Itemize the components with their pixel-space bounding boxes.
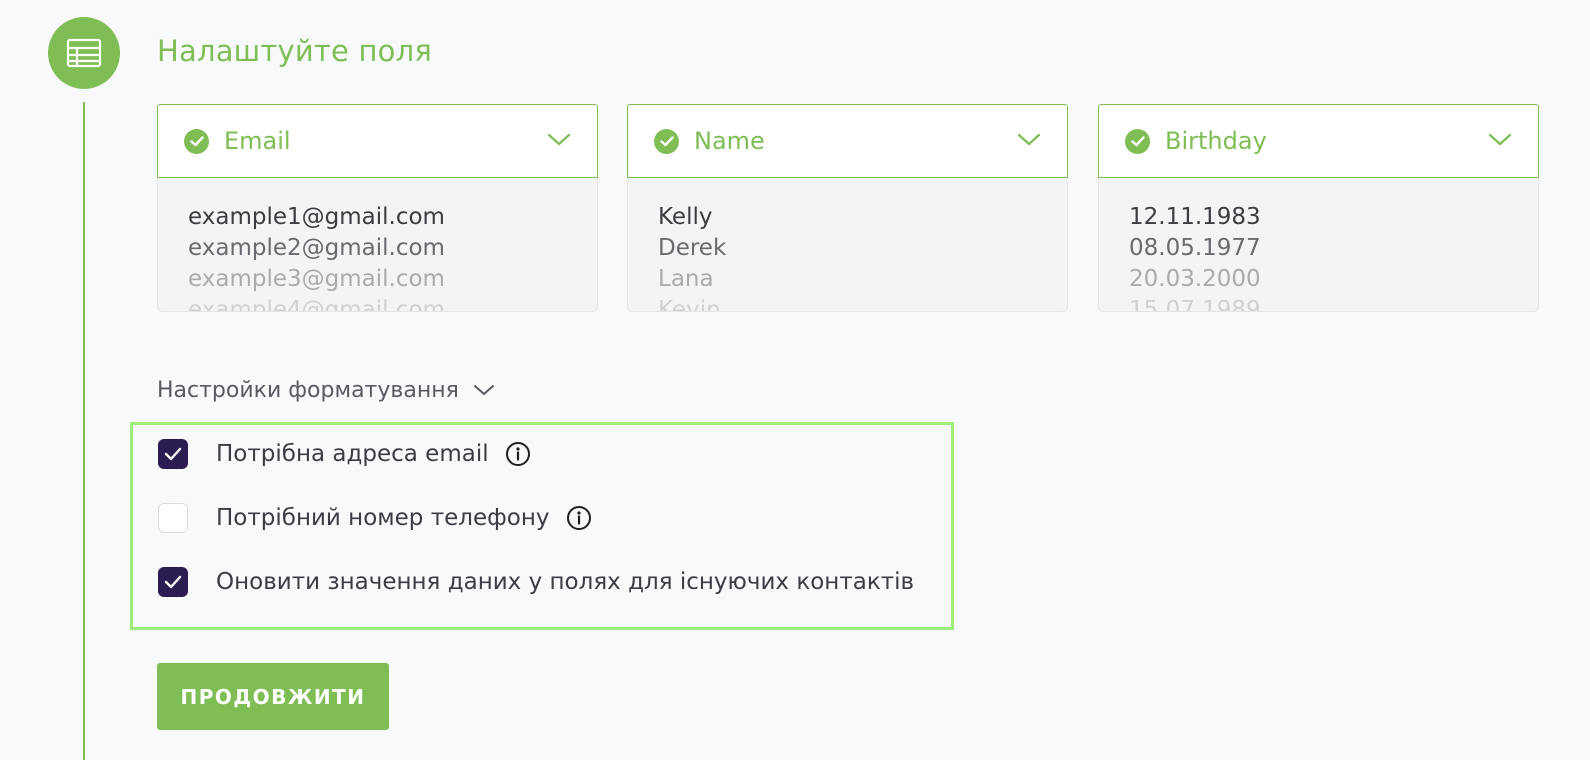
preview-value: 15.07.1989 [1129,297,1261,312]
preview-value: Lana [658,266,714,292]
check-circle-icon [184,128,209,154]
field-select-birthday[interactable]: Birthday [1098,104,1539,178]
chevron-down-icon[interactable] [1017,132,1041,151]
field-select-name[interactable]: Name [627,104,1068,178]
field-preview-list: example1@gmail.com example2@gmail.com ex… [157,178,598,312]
info-icon[interactable] [505,441,531,467]
option-update-existing: Оновити значення даних у полях для існую… [158,567,914,597]
info-icon[interactable] [566,505,592,531]
chevron-down-icon[interactable] [1488,132,1512,151]
field-label: Name [694,127,765,155]
preview-value: 20.03.2000 [1129,266,1261,292]
field-column-email: Email example1@gmail.com example2@gmail.… [157,104,598,312]
formatting-settings-label: Настройки форматування [157,378,459,403]
chevron-down-icon [473,385,494,395]
require-email-checkbox[interactable] [158,439,188,469]
field-column-name: Name Kelly Derek Lana Kevin [627,104,1068,312]
preview-value: example1@gmail.com [188,204,445,230]
chevron-down-icon[interactable] [547,132,571,151]
option-require-email: Потрібна адреса email [158,439,531,469]
formatting-options-panel: Потрібна адреса email Потрібний номер те… [130,422,954,630]
preview-value: example2@gmail.com [188,235,445,261]
preview-value: example3@gmail.com [188,266,445,292]
preview-value: 12.11.1983 [1129,204,1261,230]
preview-value: Derek [658,235,727,261]
step-timeline-line [83,102,85,760]
field-preview-list: Kelly Derek Lana Kevin [627,178,1068,312]
preview-value: Kevin [658,297,721,312]
field-column-birthday: Birthday 12.11.1983 08.05.1977 20.03.200… [1098,104,1539,312]
field-label: Birthday [1165,127,1267,155]
require-phone-checkbox[interactable] [158,503,188,533]
preview-value: Kelly [658,204,713,230]
option-label: Потрібна адреса email [216,441,489,467]
option-label: Оновити значення даних у полях для існую… [216,569,915,595]
option-label: Потрібний номер телефону [216,505,550,531]
check-circle-icon [654,128,679,154]
preview-value: 08.05.1977 [1129,235,1261,261]
table-icon [48,17,120,89]
continue-button[interactable]: ПРОДОВЖИТИ [157,663,389,730]
option-require-phone: Потрібний номер телефону [158,503,592,533]
section-title: Налаштуйте поля [157,34,432,68]
field-label: Email [224,127,291,155]
field-preview-list: 12.11.1983 08.05.1977 20.03.2000 15.07.1… [1098,178,1539,312]
formatting-settings-toggle[interactable]: Настройки форматування [157,378,495,403]
check-circle-icon [1125,128,1150,154]
preview-value: example4@gmail.com [188,297,445,312]
update-existing-checkbox[interactable] [158,567,188,597]
field-select-email[interactable]: Email [157,104,598,178]
